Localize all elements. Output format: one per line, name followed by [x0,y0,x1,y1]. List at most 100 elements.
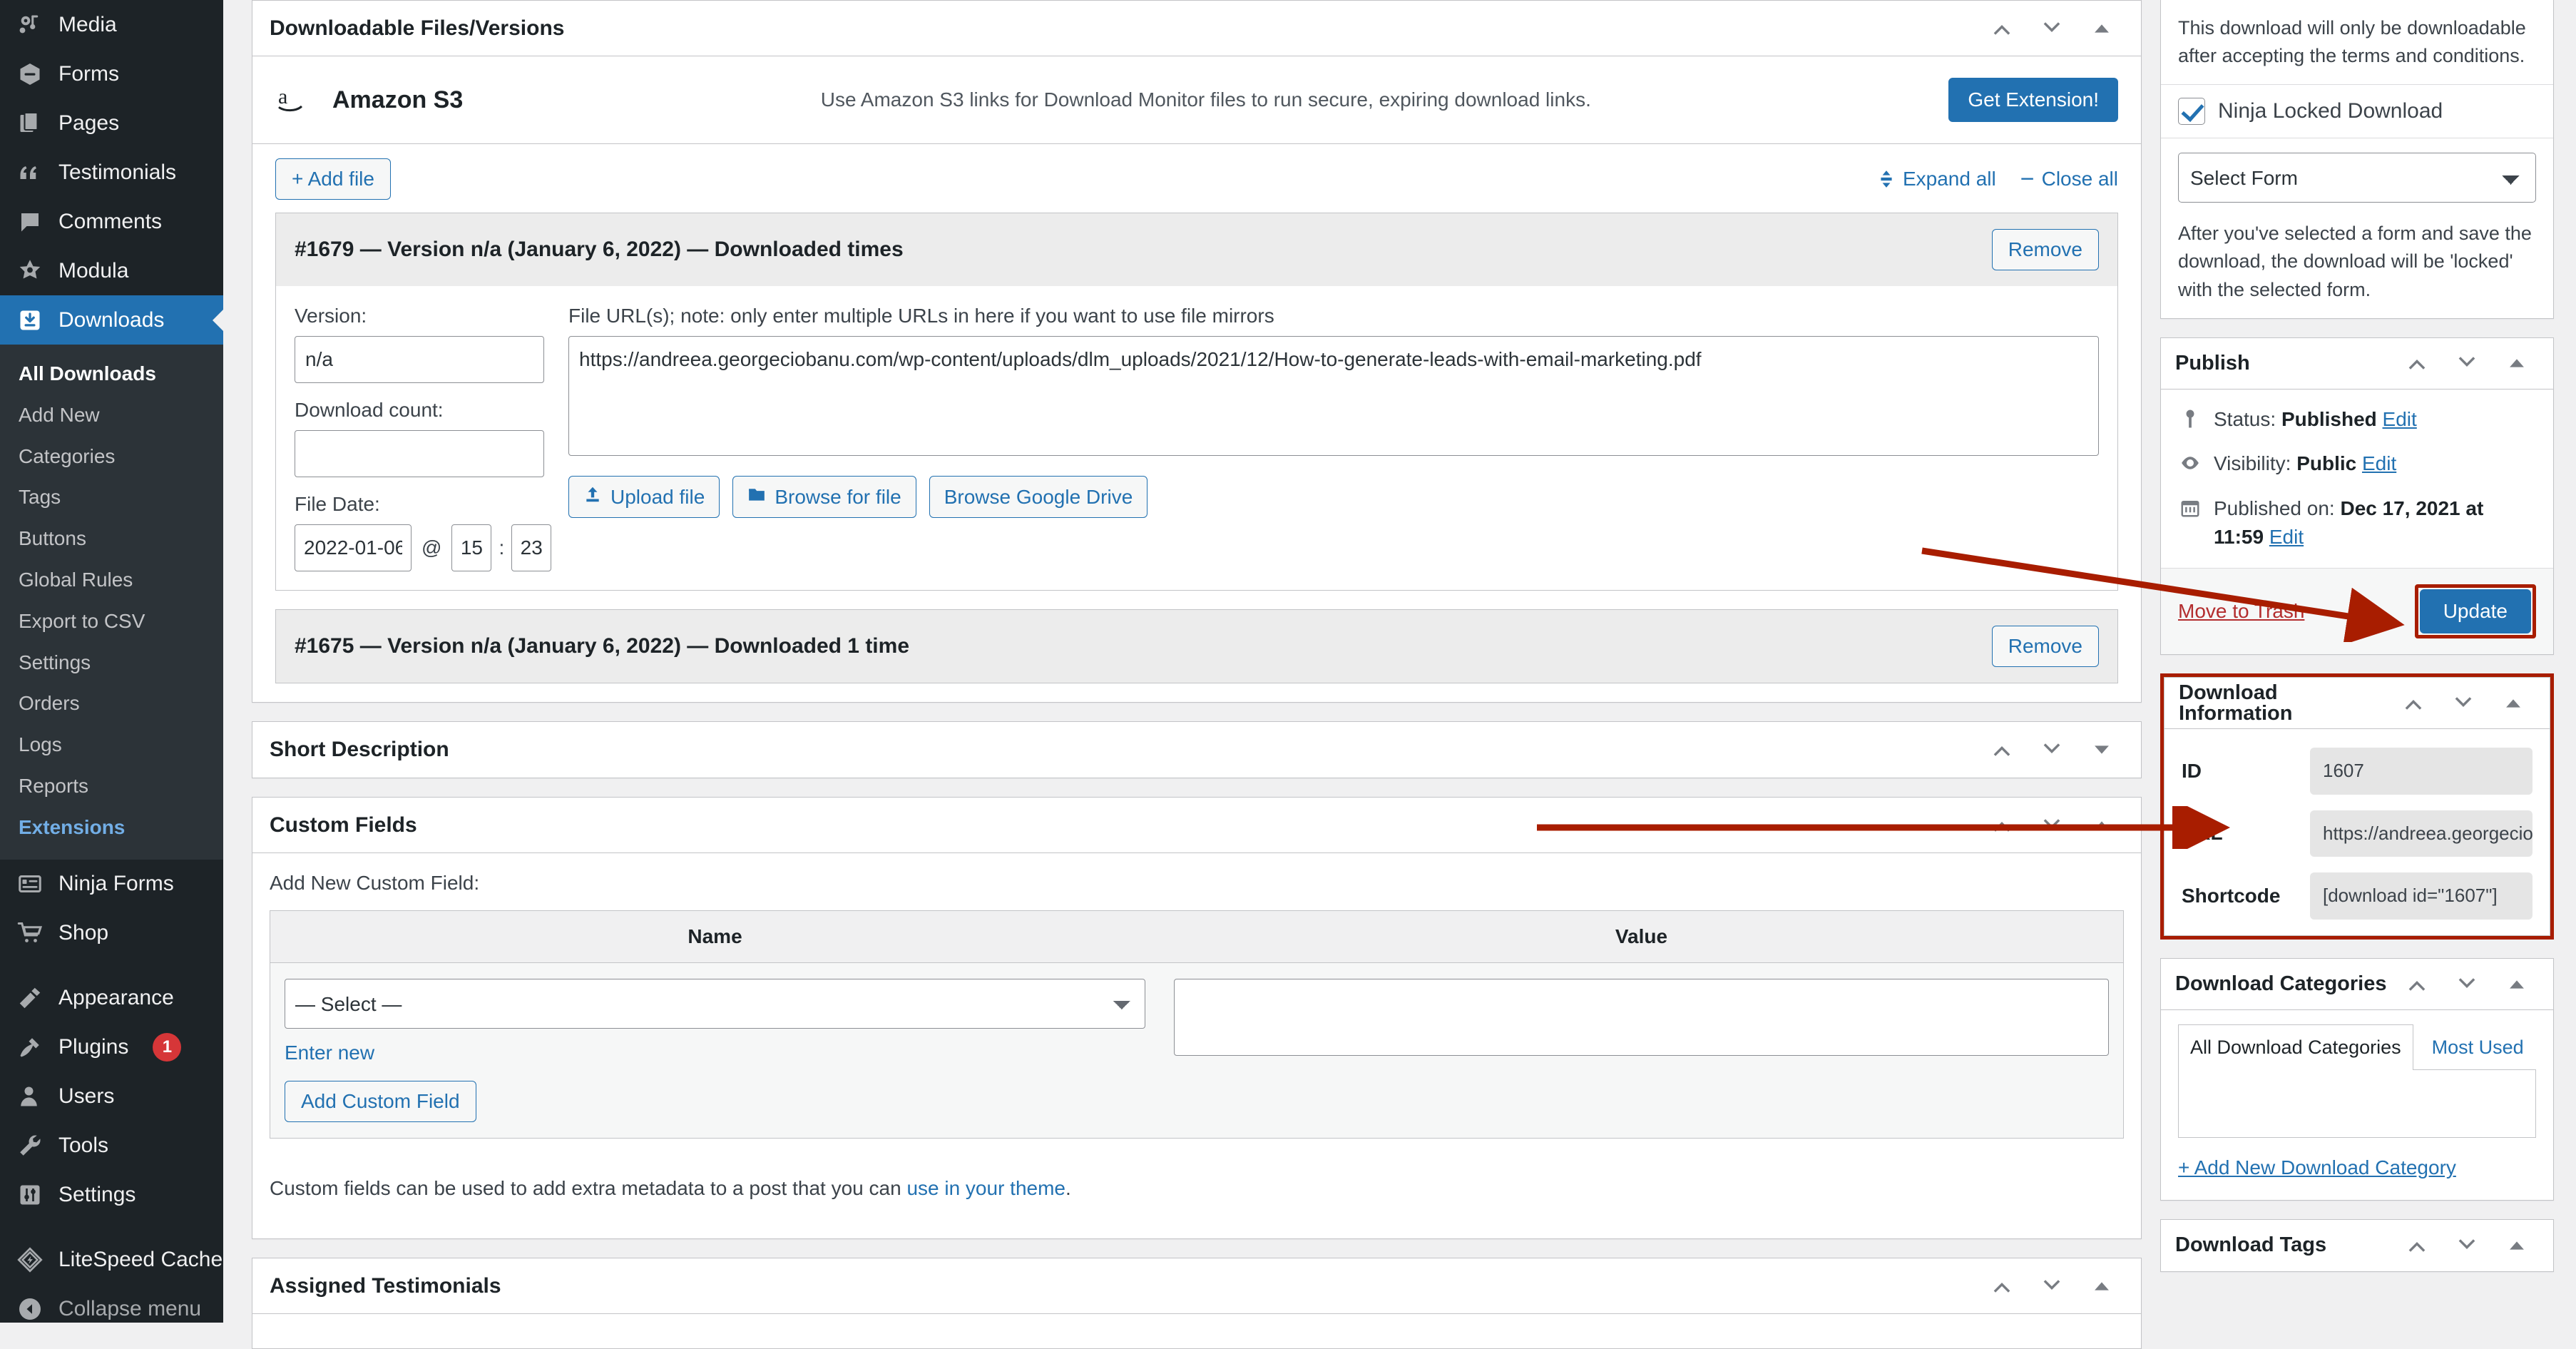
toggle-panel-icon[interactable] [2080,6,2124,51]
close-all-link[interactable]: − Close all [2020,167,2118,191]
remove-file-button[interactable]: Remove [1991,229,2099,270]
sidebar-item-wp-settings[interactable]: Settings [0,1171,223,1220]
move-up-icon[interactable] [1980,6,2024,51]
toggle-panel-icon[interactable] [2491,681,2535,726]
toggle-panel-icon[interactable] [2495,1223,2539,1268]
move-down-icon[interactable] [2030,6,2074,51]
ninja-locked-download-row[interactable]: Ninja Locked Download [2161,84,2553,138]
upload-file-button[interactable]: Upload file [568,476,720,518]
move-up-icon[interactable] [2395,1223,2439,1268]
file-version-header[interactable]: #1675 — Version n/a (January 6, 2022) — … [276,610,2117,683]
browse-google-drive-label: Browse Google Drive [944,485,1133,508]
download-info-value[interactable]: [download id="1607"] [2310,872,2532,920]
download-categories-list[interactable] [2178,1069,2536,1139]
add-custom-field-button[interactable]: Add Custom Field [285,1081,476,1122]
browse-for-file-button[interactable]: Browse for file [732,476,916,518]
move-up-icon[interactable] [2391,681,2436,726]
litespeed-icon [16,1246,44,1274]
toggle-panel-icon[interactable] [2080,803,2124,847]
sidebar-item-appearance[interactable]: Appearance [0,974,223,1023]
table-header-row: Name Value [270,910,2124,963]
move-up-icon[interactable] [1980,803,2024,847]
sidebar-item-extensions[interactable]: Extensions [0,807,223,848]
sidebar-item-shop[interactable]: Shop [0,909,223,958]
move-up-icon[interactable] [2395,341,2439,385]
update-button[interactable]: Update [2419,589,2531,634]
add-new-download-category-link[interactable]: + Add New Download Category [2178,1154,2536,1183]
download-categories-inside: All Download Categories Most Used + Add … [2161,1010,2553,1200]
ninja-locked-checkbox[interactable] [2178,98,2205,126]
sidebar-item-litespeed-cache[interactable]: LiteSpeed Cache [0,1236,223,1285]
status-edit-link[interactable]: Edit [2383,408,2417,430]
move-down-icon[interactable] [2445,962,2489,1007]
publish-visibility-text: Visibility: Public Edit [2214,449,2396,479]
sidebar-item-modula[interactable]: Modula [0,246,223,295]
tab-all-download-categories[interactable]: All Download Categories [2178,1024,2413,1071]
sidebar-item-global-rules[interactable]: Global Rules [0,559,223,601]
sidebar-item-label: Pages [58,111,120,135]
move-up-icon[interactable] [1980,1264,2024,1308]
sidebar-item-pages[interactable]: Pages [0,98,223,148]
sidebar-item-downloads[interactable]: Downloads [0,295,223,345]
sidebar-item-tags[interactable]: Tags [0,477,223,518]
sidebar-item-export-to-csv[interactable]: Export to CSV [0,601,223,642]
sidebar-item-all-downloads[interactable]: All Downloads [0,353,223,394]
sidebar-item-buttons[interactable]: Buttons [0,518,223,559]
sidebar-item-settings[interactable]: Settings [0,642,223,683]
amazon-s3-promo: a Amazon S3 Use Amazon S3 links for Down… [252,56,2141,144]
version-field-group: Version: [295,305,544,383]
sidebar-item-testimonials[interactable]: Testimonials [0,148,223,197]
use-in-your-theme-link[interactable]: use in your theme [906,1177,1065,1199]
file-minute-input[interactable] [511,524,552,571]
collapse-menu-button[interactable]: Collapse menu [0,1285,223,1334]
move-down-icon[interactable] [2445,1223,2489,1268]
promo-title: Amazon S3 [332,86,464,113]
download-count-input[interactable] [295,430,544,477]
move-down-icon[interactable] [2030,803,2074,847]
move-down-icon[interactable] [2030,1264,2074,1308]
file-url-textarea[interactable]: https://andreea.georgeciobanu.com/wp-con… [568,336,2099,456]
add-new-custom-field-label: Add New Custom Field: [270,872,480,894]
add-file-button[interactable]: + Add file [275,158,391,200]
toggle-panel-icon[interactable] [2080,1264,2124,1308]
get-extension-button[interactable]: Get Extension! [1948,78,2118,122]
visibility-edit-link[interactable]: Edit [2362,452,2396,474]
expand-all-link[interactable]: Expand all [1877,168,1996,190]
remove-file-button[interactable]: Remove [1991,626,2099,667]
browse-google-drive-button[interactable]: Browse Google Drive [929,476,1148,518]
move-up-icon[interactable] [1980,728,2024,772]
version-input[interactable] [295,336,544,383]
toggle-panel-icon[interactable] [2080,728,2124,772]
file-date-input[interactable] [295,524,412,571]
file-hour-input[interactable] [451,524,492,571]
move-down-icon[interactable] [2030,728,2074,772]
sidebar-item-tools[interactable]: Tools [0,1121,223,1171]
move-up-icon[interactable] [2395,962,2439,1007]
sidebar-item-add-new[interactable]: Add New [0,394,223,436]
move-down-icon[interactable] [2445,341,2489,385]
tab-most-used[interactable]: Most Used [2413,1025,2535,1070]
published-on-edit-link[interactable]: Edit [2269,526,2304,548]
download-info-value[interactable]: 1607 [2310,748,2532,795]
sidebar-item-media[interactable]: Media [0,0,223,49]
sidebar-item-logs[interactable]: Logs [0,724,223,765]
sidebar-item-users[interactable]: Users [0,1072,223,1121]
select-form-dropdown[interactable]: Select Form [2178,153,2536,203]
sidebar-item-reports[interactable]: Reports [0,765,223,807]
sidebar-item-forms[interactable]: Forms [0,49,223,98]
move-to-trash-link[interactable]: Move to Trash [2178,600,2304,623]
move-down-icon[interactable] [2441,681,2485,726]
download-info-value[interactable]: https://andreea.georgecioban [2310,810,2532,857]
sidebar-item-ninja-forms[interactable]: Ninja Forms [0,860,223,909]
toggle-panel-icon[interactable] [2495,341,2539,385]
custom-field-value-textarea[interactable] [1174,979,2109,1056]
sidebar-item-categories[interactable]: Categories [0,436,223,477]
sidebar-item-comments[interactable]: Comments [0,197,223,246]
enter-new-link[interactable]: Enter new [285,1042,374,1064]
custom-field-name-select[interactable]: — Select — [285,979,1146,1029]
file-version-header[interactable]: #1679 — Version n/a (January 6, 2022) — … [276,213,2117,286]
sidebar-item-orders[interactable]: Orders [0,683,223,724]
sidebar-item-plugins[interactable]: Plugins 1 [0,1023,223,1072]
custom-fields-note-suffix: . [1065,1177,1071,1199]
toggle-panel-icon[interactable] [2495,962,2539,1007]
